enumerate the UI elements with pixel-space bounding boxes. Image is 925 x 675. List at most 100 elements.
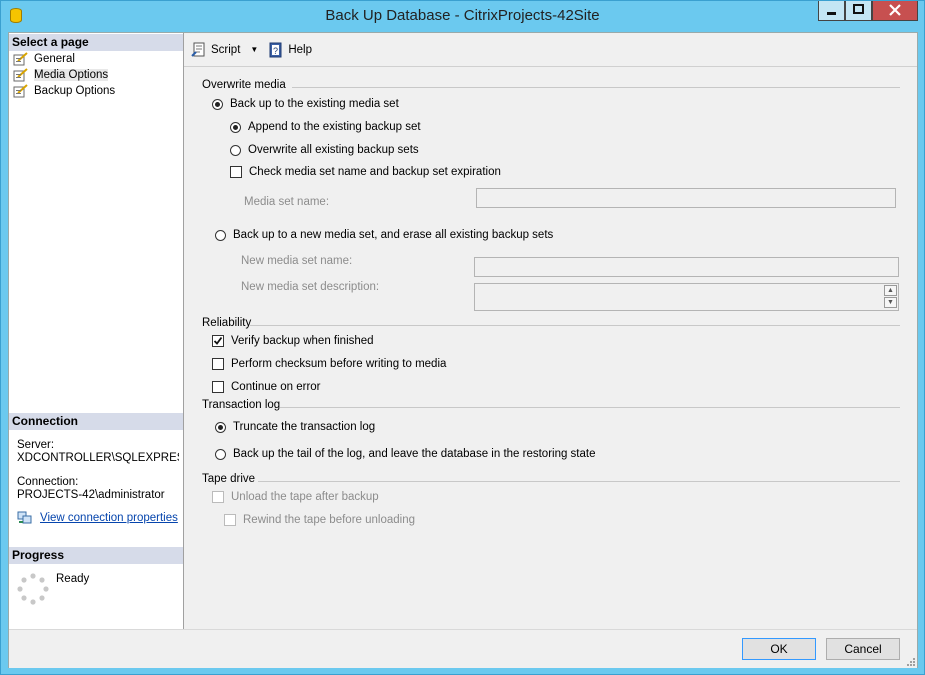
dialog-client: Select a page General Media Options Back…: [8, 32, 918, 668]
help-label: Help: [288, 43, 312, 56]
overwrite-all-radio[interactable]: Overwrite all existing backup sets: [230, 144, 419, 156]
rewind-tape-label: Rewind the tape before unloading: [243, 514, 415, 526]
new-media-set-desc-label: New media set description:: [241, 281, 380, 293]
connection-properties-icon: [17, 511, 32, 524]
server-value: XDCONTROLLER\SQLEXPRESS: [17, 452, 179, 464]
page-settings-icon: [13, 84, 28, 98]
left-pane: Select a page General Media Options Back…: [9, 33, 184, 629]
page-item-backup-options[interactable]: Backup Options: [13, 83, 115, 99]
media-set-name-input[interactable]: [476, 188, 896, 208]
progress-header: Progress: [9, 547, 183, 564]
new-media-set-label: Back up to a new media set, and erase al…: [233, 229, 554, 241]
view-connection-properties-link[interactable]: View connection properties: [40, 512, 178, 524]
chevron-down-icon[interactable]: ▼: [250, 45, 258, 54]
script-icon: [191, 42, 205, 57]
radio-indicator: [215, 421, 226, 433]
unload-tape-label: Unload the tape after backup: [231, 491, 379, 503]
page-item-general[interactable]: General: [13, 51, 75, 67]
scroll-down-icon[interactable]: ▼: [884, 297, 897, 308]
tail-log-label: Back up the tail of the log, and leave t…: [233, 448, 596, 460]
svg-text:?: ?: [273, 46, 278, 56]
check-expiration-checkbox[interactable]: Check media set name and backup set expi…: [230, 166, 501, 178]
script-button[interactable]: Script ▼: [191, 42, 258, 58]
progress-spinner-icon: [17, 573, 49, 605]
append-backup-set-label: Append to the existing backup set: [248, 121, 421, 133]
title-bar[interactable]: Back Up Database - CitrixProjects-42Site: [1, 1, 924, 33]
right-pane: Script ▼ ? Help Overwrite media Back up …: [184, 33, 917, 629]
group-divider: [280, 407, 900, 408]
media-set-name-label: Media set name:: [244, 196, 330, 208]
truncate-log-label: Truncate the transaction log: [233, 421, 376, 433]
help-button[interactable]: ? Help: [268, 42, 312, 58]
minimize-button[interactable]: [818, 1, 845, 21]
window-title: Back Up Database - CitrixProjects-42Site: [325, 7, 600, 24]
minimize-icon: [827, 12, 836, 15]
toolbar: Script ▼ ? Help: [184, 33, 917, 67]
overwrite-media-title: Overwrite media: [202, 79, 286, 91]
tape-drive-title: Tape drive: [202, 473, 256, 485]
continue-on-error-label: Continue on error: [231, 381, 321, 393]
new-media-set-radio[interactable]: Back up to a new media set, and erase al…: [215, 229, 553, 241]
page-settings-icon: [13, 68, 28, 82]
radio-indicator: [215, 448, 226, 460]
checkbox-indicator: [212, 491, 224, 503]
existing-media-set-label: Back up to the existing media set: [230, 98, 399, 110]
verify-backup-checkbox[interactable]: Verify backup when finished: [212, 335, 374, 347]
maximize-button[interactable]: [845, 1, 872, 21]
help-icon: ?: [269, 42, 282, 57]
check-expiration-label: Check media set name and backup set expi…: [249, 166, 501, 178]
checkbox-indicator: [212, 358, 224, 370]
close-button[interactable]: [872, 1, 918, 21]
checksum-checkbox[interactable]: Perform checksum before writing to media: [212, 358, 446, 370]
ok-button[interactable]: OK: [742, 638, 816, 660]
group-divider: [258, 481, 900, 482]
backup-database-window: Back Up Database - CitrixProjects-42Site…: [0, 0, 925, 675]
maximize-icon: [853, 4, 864, 14]
server-label: Server:: [17, 439, 55, 451]
truncate-log-radio[interactable]: Truncate the transaction log: [215, 421, 375, 433]
connection-header: Connection: [9, 413, 183, 430]
script-label: Script: [211, 43, 241, 56]
cancel-button[interactable]: Cancel: [826, 638, 900, 660]
group-divider: [250, 325, 900, 326]
page-item-media-options[interactable]: Media Options: [13, 67, 109, 83]
resize-grip-icon[interactable]: [905, 656, 915, 666]
reliability-title: Reliability: [202, 317, 252, 329]
tail-log-radio[interactable]: Back up the tail of the log, and leave t…: [215, 448, 596, 460]
verify-backup-label: Verify backup when finished: [231, 335, 374, 347]
page-item-label: Media Options: [34, 69, 109, 81]
new-media-set-name-input[interactable]: [474, 257, 899, 277]
dialog-button-bar: OK Cancel: [9, 629, 917, 668]
checkmark-icon: [213, 336, 223, 345]
page-item-label: Backup Options: [34, 85, 116, 97]
progress-status: Ready: [56, 573, 90, 585]
connection-label: Connection:: [17, 476, 79, 488]
checkbox-indicator: [224, 514, 236, 526]
select-page-header: Select a page: [9, 34, 183, 51]
radio-indicator: [215, 229, 226, 241]
overwrite-all-label: Overwrite all existing backup sets: [248, 144, 419, 156]
scroll-up-icon[interactable]: ▲: [884, 285, 897, 296]
new-media-set-name-label: New media set name:: [241, 255, 353, 267]
page-item-label: General: [34, 53, 75, 65]
group-divider: [292, 87, 900, 88]
window-controls: [818, 1, 918, 23]
media-options-content: Overwrite media Back up to the existing …: [184, 67, 917, 629]
existing-media-set-radio[interactable]: Back up to the existing media set: [212, 98, 399, 110]
checksum-label: Perform checksum before writing to media: [231, 358, 447, 370]
radio-indicator: [230, 121, 241, 133]
radio-indicator: [212, 98, 223, 110]
continue-on-error-checkbox[interactable]: Continue on error: [212, 381, 321, 393]
radio-indicator: [230, 144, 241, 156]
checkbox-indicator: [230, 166, 242, 178]
append-backup-set-radio[interactable]: Append to the existing backup set: [230, 121, 421, 133]
close-icon: [889, 4, 901, 16]
connection-value: PROJECTS-42\administrator: [17, 489, 165, 501]
new-media-set-desc-input[interactable]: ▲ ▼: [474, 283, 899, 311]
transaction-log-title: Transaction log: [202, 399, 281, 411]
rewind-tape-checkbox[interactable]: Rewind the tape before unloading: [224, 514, 415, 526]
checkbox-indicator: [212, 335, 224, 347]
page-settings-icon: [13, 52, 28, 66]
unload-tape-checkbox[interactable]: Unload the tape after backup: [212, 491, 379, 503]
checkbox-indicator: [212, 381, 224, 393]
